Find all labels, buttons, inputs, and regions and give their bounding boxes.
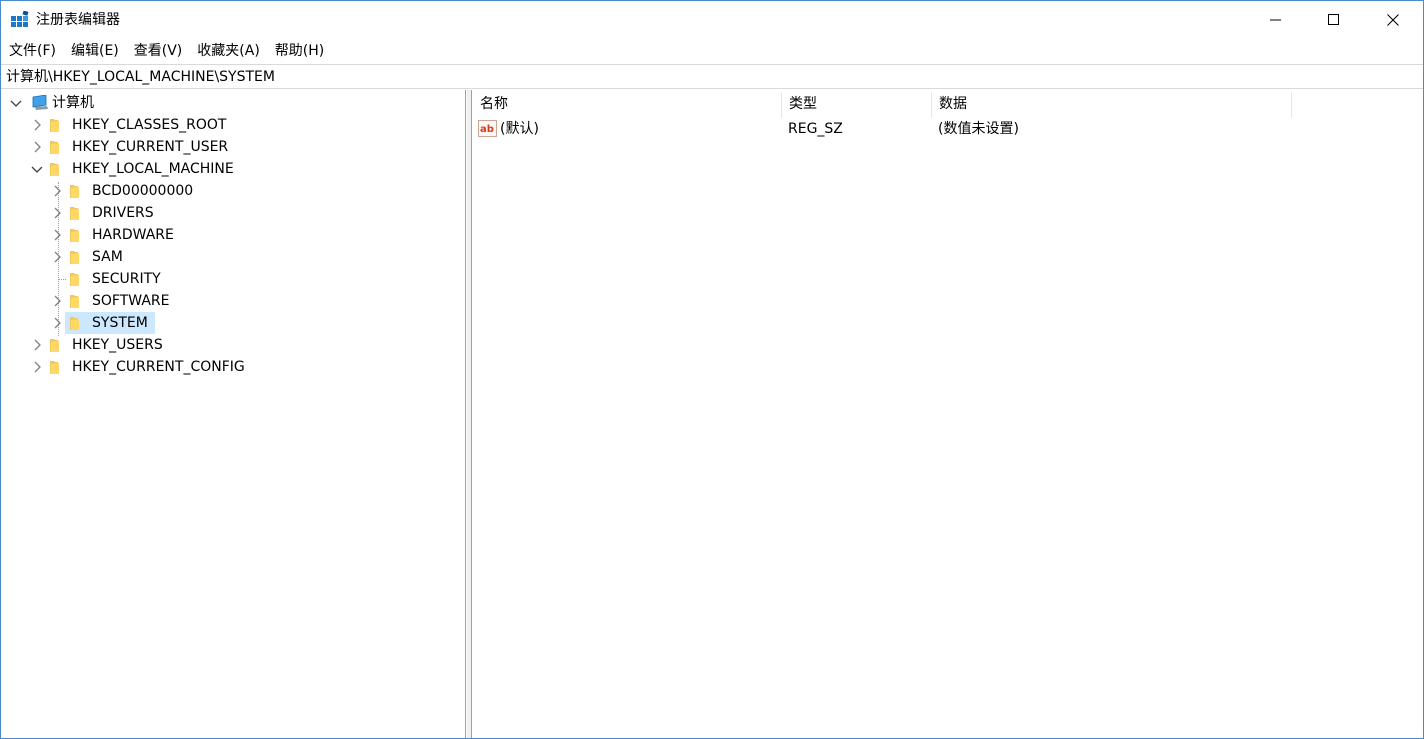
computer-icon (32, 95, 48, 110)
chevron-right-icon[interactable] (51, 207, 63, 219)
svg-text:ab: ab (480, 124, 494, 135)
chevron-right-icon[interactable] (51, 295, 63, 307)
registry-editor-window: 注册表编辑器 文件(F) 编辑(E) 查看(V) 收藏夹(A) 帮助(H) 计算… (0, 0, 1424, 739)
tree-item-hkey-current-config[interactable]: HKEY_CURRENT_CONFIG (1, 356, 461, 378)
value-name: (默认) (500, 121, 539, 137)
tree-item-label: HKEY_CURRENT_USER (72, 139, 229, 155)
column-header-name[interactable]: 名称 (473, 92, 782, 118)
tree-item-label: SYSTEM (92, 315, 148, 331)
chevron-right-icon[interactable] (51, 185, 63, 197)
value-data: (数值未设置) (938, 121, 1019, 137)
tree-item-hkey-classes-root[interactable]: HKEY_CLASSES_ROOT (1, 114, 461, 136)
minimize-icon (1270, 19, 1281, 20)
folder-icon (50, 163, 59, 176)
tree-item-security[interactable]: SECURITY (1, 268, 461, 290)
chevron-right-icon[interactable] (51, 251, 63, 263)
chevron-right-icon[interactable] (31, 119, 43, 131)
values-list-pane[interactable]: 名称 类型 数据 ab (默认) REG_SZ (数值未设置) (473, 90, 1423, 738)
tree-item-hkey-users[interactable]: HKEY_USERS (1, 334, 461, 356)
tree-item-hkey-current-user[interactable]: HKEY_CURRENT_USER (1, 136, 461, 158)
tree-item-label: DRIVERS (92, 205, 154, 221)
pane-splitter[interactable] (467, 90, 472, 738)
folder-icon (70, 207, 79, 220)
column-header-type[interactable]: 类型 (782, 92, 932, 118)
tree-item-label: HKEY_USERS (72, 337, 163, 353)
tree-item-software[interactable]: SOFTWARE (1, 290, 461, 312)
maximize-icon (1328, 13, 1339, 25)
minimize-button[interactable] (1247, 1, 1305, 38)
tree-item-label: HARDWARE (92, 227, 174, 243)
menu-file[interactable]: 文件(F) (1, 39, 63, 63)
chevron-right-icon[interactable] (31, 339, 43, 351)
folder-icon (70, 251, 79, 264)
tree-item-hardware[interactable]: HARDWARE (1, 224, 461, 246)
folder-icon (50, 361, 59, 374)
list-header: 名称 类型 数据 (473, 92, 1423, 118)
address-path[interactable]: 计算机\HKEY_LOCAL_MACHINE\SYSTEM (6, 68, 275, 86)
chevron-right-icon[interactable] (31, 141, 43, 153)
folder-icon (70, 317, 79, 330)
address-bar[interactable]: 计算机\HKEY_LOCAL_MACHINE\SYSTEM (1, 64, 1423, 89)
chevron-right-icon[interactable] (51, 317, 63, 329)
window-title: 注册表编辑器 (36, 12, 120, 28)
folder-icon (70, 229, 79, 242)
chevron-right-icon[interactable] (31, 361, 43, 373)
tree-pane[interactable]: 计算机 HKEY_CLASSES_ROOT HKEY_CURRENT_USER … (1, 90, 466, 738)
title-bar[interactable]: 注册表编辑器 (1, 1, 1423, 38)
folder-icon (70, 185, 79, 198)
folder-icon (50, 119, 59, 132)
menu-favorites[interactable]: 收藏夹(A) (189, 39, 267, 63)
chevron-down-icon[interactable] (31, 163, 43, 175)
tree-item-label: 计算机 (52, 95, 94, 111)
folder-icon (70, 295, 79, 308)
maximize-button[interactable] (1305, 1, 1363, 38)
close-button[interactable] (1364, 1, 1422, 38)
tree-item-hkey-local-machine[interactable]: HKEY_LOCAL_MACHINE (1, 158, 461, 180)
chevron-right-icon[interactable] (51, 229, 63, 241)
folder-icon (50, 141, 59, 154)
list-row[interactable]: ab (默认) REG_SZ (数值未设置) (473, 118, 1423, 140)
tree-item-label: BCD00000000 (92, 183, 194, 199)
tree-item-label: SECURITY (92, 271, 161, 287)
tree-item-sam[interactable]: SAM (1, 246, 461, 268)
registry-editor-icon (11, 11, 29, 27)
folder-icon (70, 273, 79, 286)
tree-item-drivers[interactable]: DRIVERS (1, 202, 461, 224)
menu-view[interactable]: 查看(V) (126, 39, 190, 63)
tree-item-system[interactable]: SYSTEM (1, 312, 461, 334)
tree-item-label: SAM (92, 249, 123, 265)
tree-item-label: HKEY_CLASSES_ROOT (72, 117, 227, 133)
menu-edit[interactable]: 编辑(E) (63, 39, 126, 63)
value-type: REG_SZ (788, 121, 843, 137)
folder-icon (50, 339, 59, 352)
tree-item-label: HKEY_CURRENT_CONFIG (72, 359, 245, 375)
string-value-icon: ab (478, 120, 497, 137)
close-icon (1387, 13, 1399, 26)
chevron-down-icon[interactable] (10, 97, 22, 109)
tree-item-label: HKEY_LOCAL_MACHINE (72, 161, 234, 177)
menu-bar: 文件(F) 编辑(E) 查看(V) 收藏夹(A) 帮助(H) (1, 39, 331, 63)
menu-help[interactable]: 帮助(H) (267, 39, 331, 63)
tree-item-bcd00000000[interactable]: BCD00000000 (1, 180, 461, 202)
tree-item-computer[interactable]: 计算机 (1, 92, 461, 114)
tree-item-label: SOFTWARE (92, 293, 170, 309)
column-header-data[interactable]: 数据 (932, 92, 1292, 118)
